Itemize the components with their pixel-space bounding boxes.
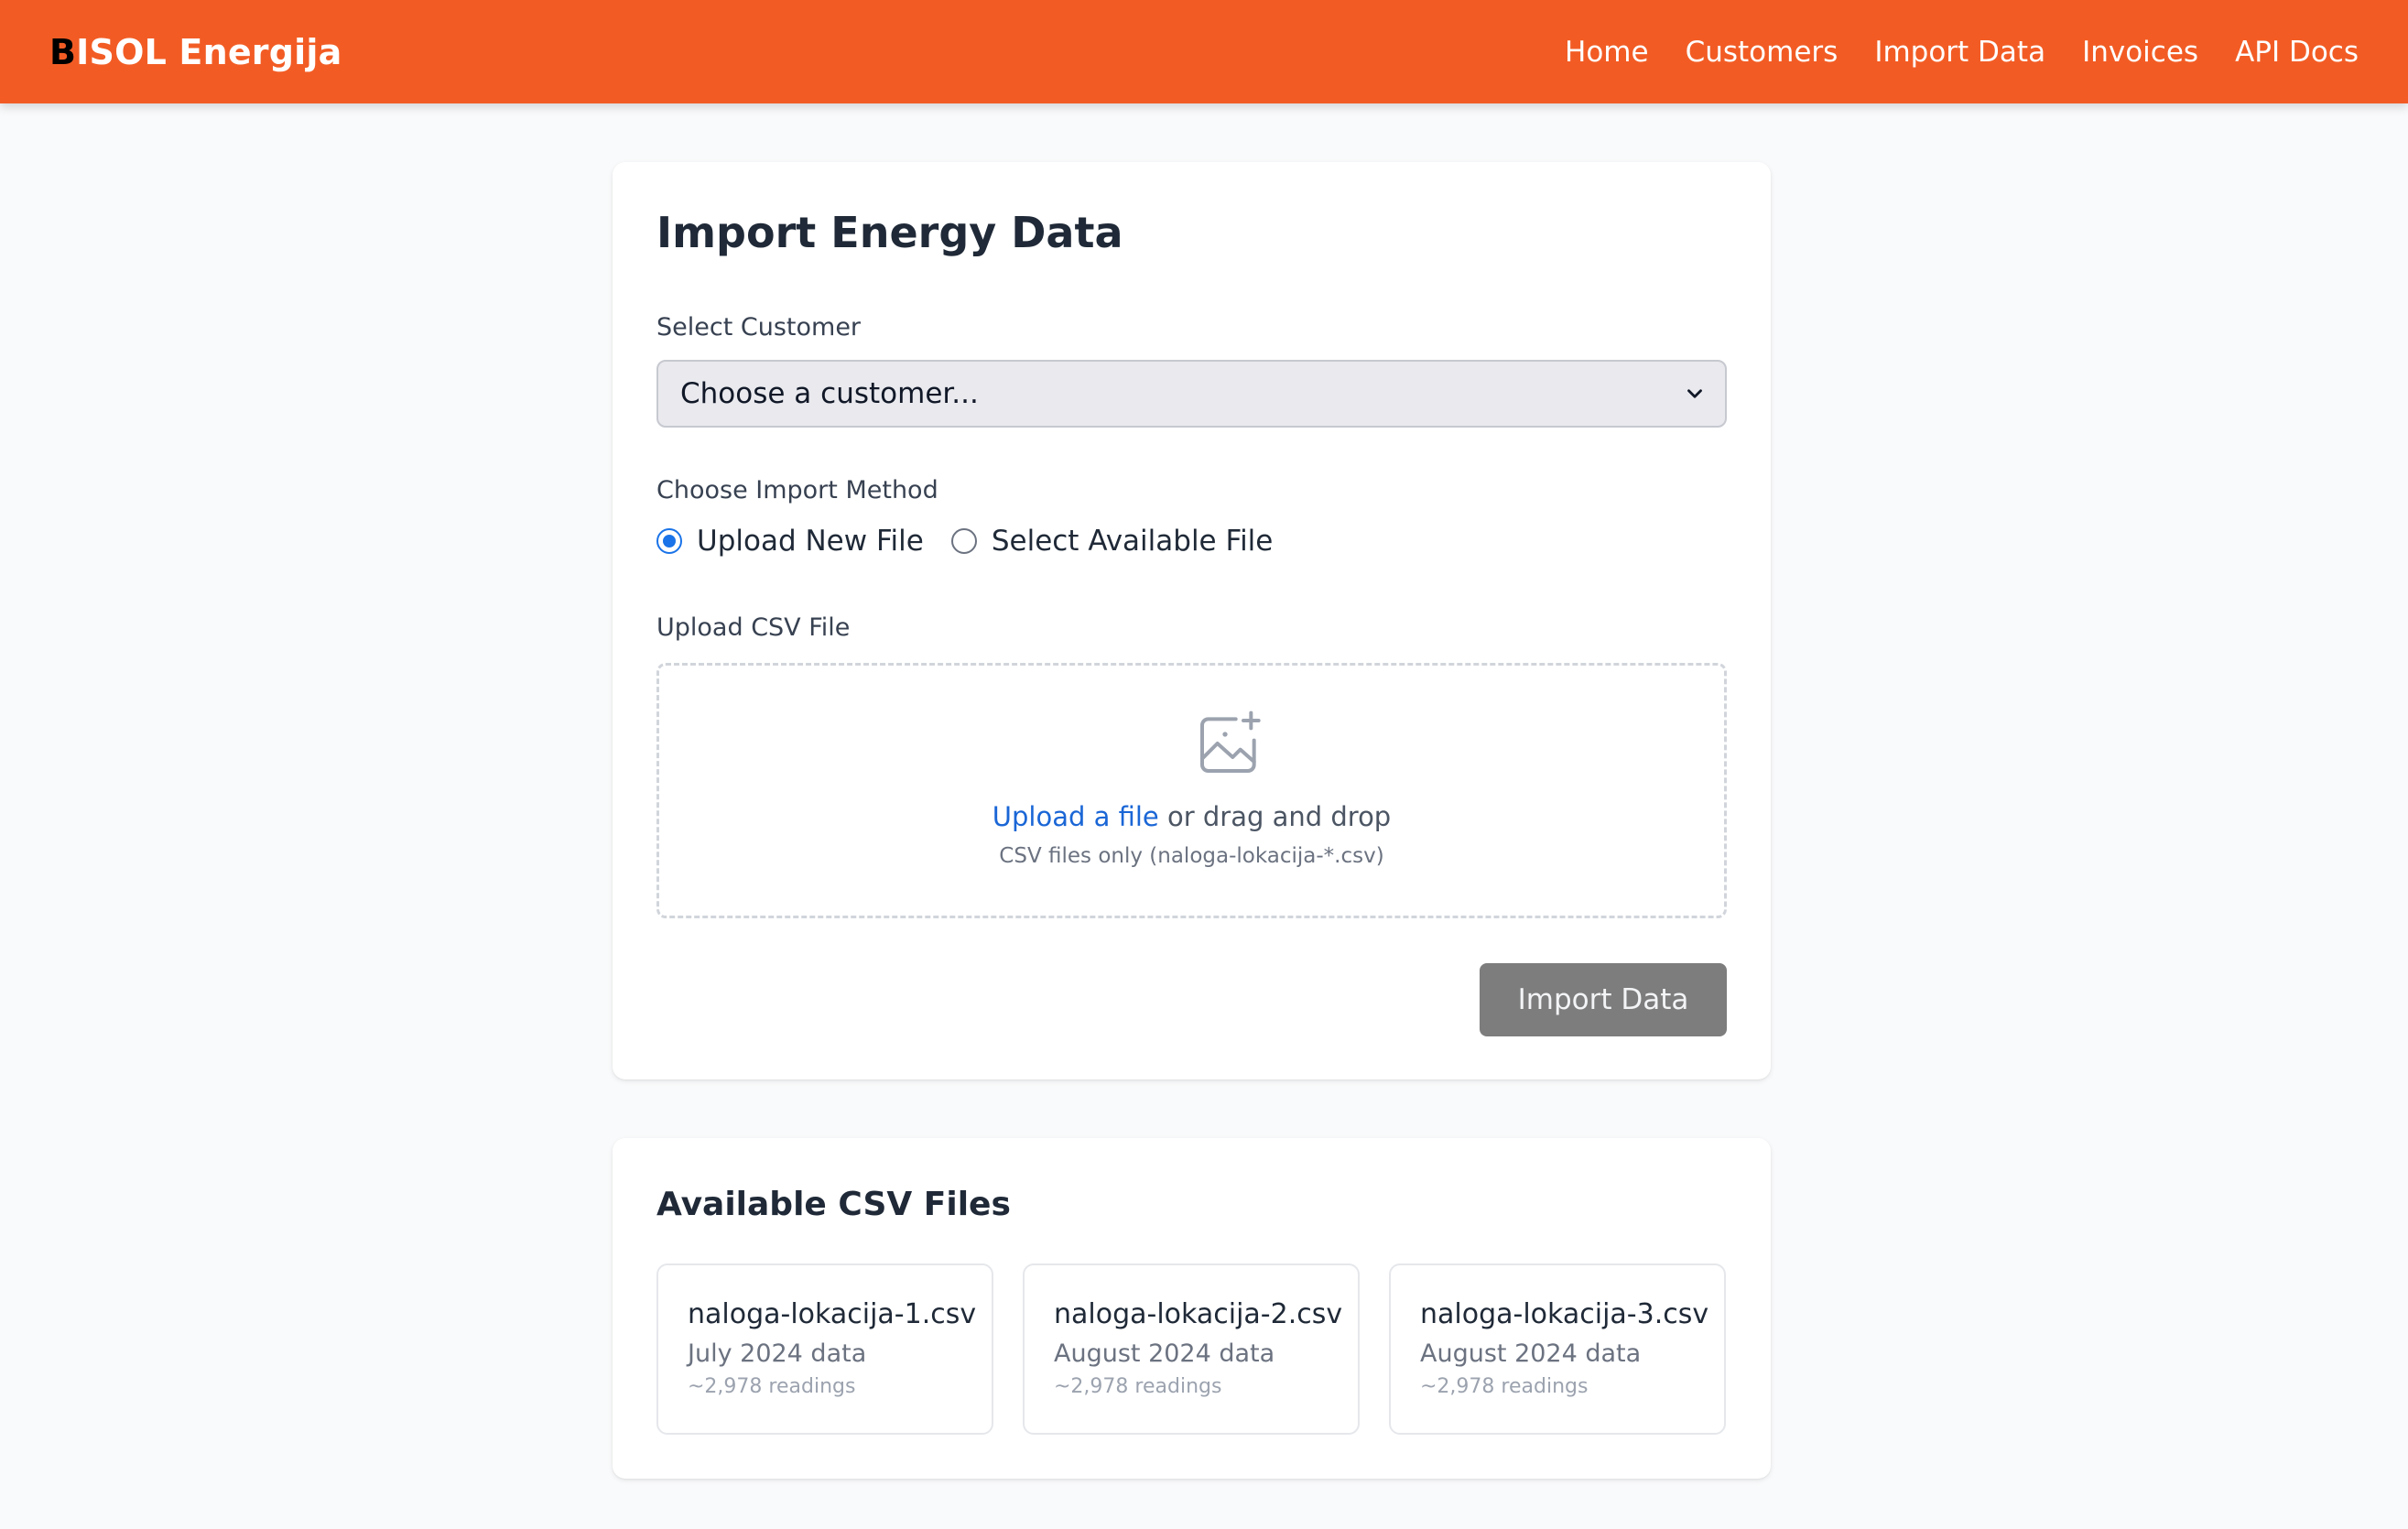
file-grid: naloga-lokacija-1.csv July 2024 data ~2,… xyxy=(656,1263,1726,1435)
radio-select-available-file-label[interactable]: Select Available File xyxy=(992,525,1274,558)
file-description: August 2024 data xyxy=(1420,1339,1642,1368)
file-dropzone[interactable]: Upload a file or drag and drop CSV files… xyxy=(656,663,1727,918)
nav-api-docs[interactable]: API Docs xyxy=(2235,36,2359,69)
import-method-group: Upload New File Select Available File xyxy=(656,525,1300,558)
available-files-card: Available CSV Files naloga-lokacija-1.cs… xyxy=(613,1138,1771,1479)
file-card[interactable]: naloga-lokacija-3.csv August 2024 data ~… xyxy=(1389,1263,1726,1435)
file-description: July 2024 data xyxy=(688,1339,867,1368)
file-card[interactable]: naloga-lokacija-2.csv August 2024 data ~… xyxy=(1023,1263,1360,1435)
customer-select-value: Choose a customer... xyxy=(680,377,979,410)
upload-csv-label: Upload CSV File xyxy=(656,613,851,642)
nav-home[interactable]: Home xyxy=(1565,36,1649,69)
nav-import-data[interactable]: Import Data xyxy=(1874,36,2045,69)
nav-links: Home Customers Import Data Invoices API … xyxy=(1565,36,2359,69)
image-plus-icon xyxy=(1200,710,1261,773)
file-description: August 2024 data xyxy=(1054,1339,1275,1368)
file-readings-count: ~2,978 readings xyxy=(1420,1375,1589,1398)
available-files-title: Available CSV Files xyxy=(656,1186,1011,1223)
file-readings-count: ~2,978 readings xyxy=(688,1375,856,1398)
import-data-button[interactable]: Import Data xyxy=(1480,963,1727,1036)
file-card[interactable]: naloga-lokacija-1.csv July 2024 data ~2,… xyxy=(656,1263,993,1435)
nav-customers[interactable]: Customers xyxy=(1686,36,1839,69)
radio-select-available-file[interactable] xyxy=(950,528,977,554)
upload-file-link[interactable]: Upload a file xyxy=(992,801,1159,832)
nav-invoices[interactable]: Invoices xyxy=(2082,36,2198,69)
select-customer-label: Select Customer xyxy=(656,313,862,342)
radio-upload-new-file-label[interactable]: Upload New File xyxy=(697,525,924,558)
file-readings-count: ~2,978 readings xyxy=(1054,1375,1222,1398)
radio-upload-new-file[interactable] xyxy=(656,528,682,554)
dropzone-text: Upload a file or drag and drop xyxy=(992,801,1392,832)
customer-select[interactable]: Choose a customer... xyxy=(656,360,1727,428)
brand-logo[interactable]: BISOL Energija xyxy=(49,32,342,72)
chevron-down-icon xyxy=(1687,389,1702,398)
page-title: Import Energy Data xyxy=(656,208,1123,257)
import-method-label: Choose Import Method xyxy=(656,476,938,504)
file-name: naloga-lokacija-2.csv xyxy=(1054,1298,1343,1330)
file-name: naloga-lokacija-3.csv xyxy=(1420,1298,1709,1330)
top-navbar: BISOL Energija Home Customers Import Dat… xyxy=(0,0,2408,103)
import-card: Import Energy Data Select Customer Choos… xyxy=(613,162,1771,1079)
dropzone-hint: CSV files only (naloga-lokacija-*.csv) xyxy=(999,844,1384,868)
file-name: naloga-lokacija-1.csv xyxy=(688,1298,977,1330)
